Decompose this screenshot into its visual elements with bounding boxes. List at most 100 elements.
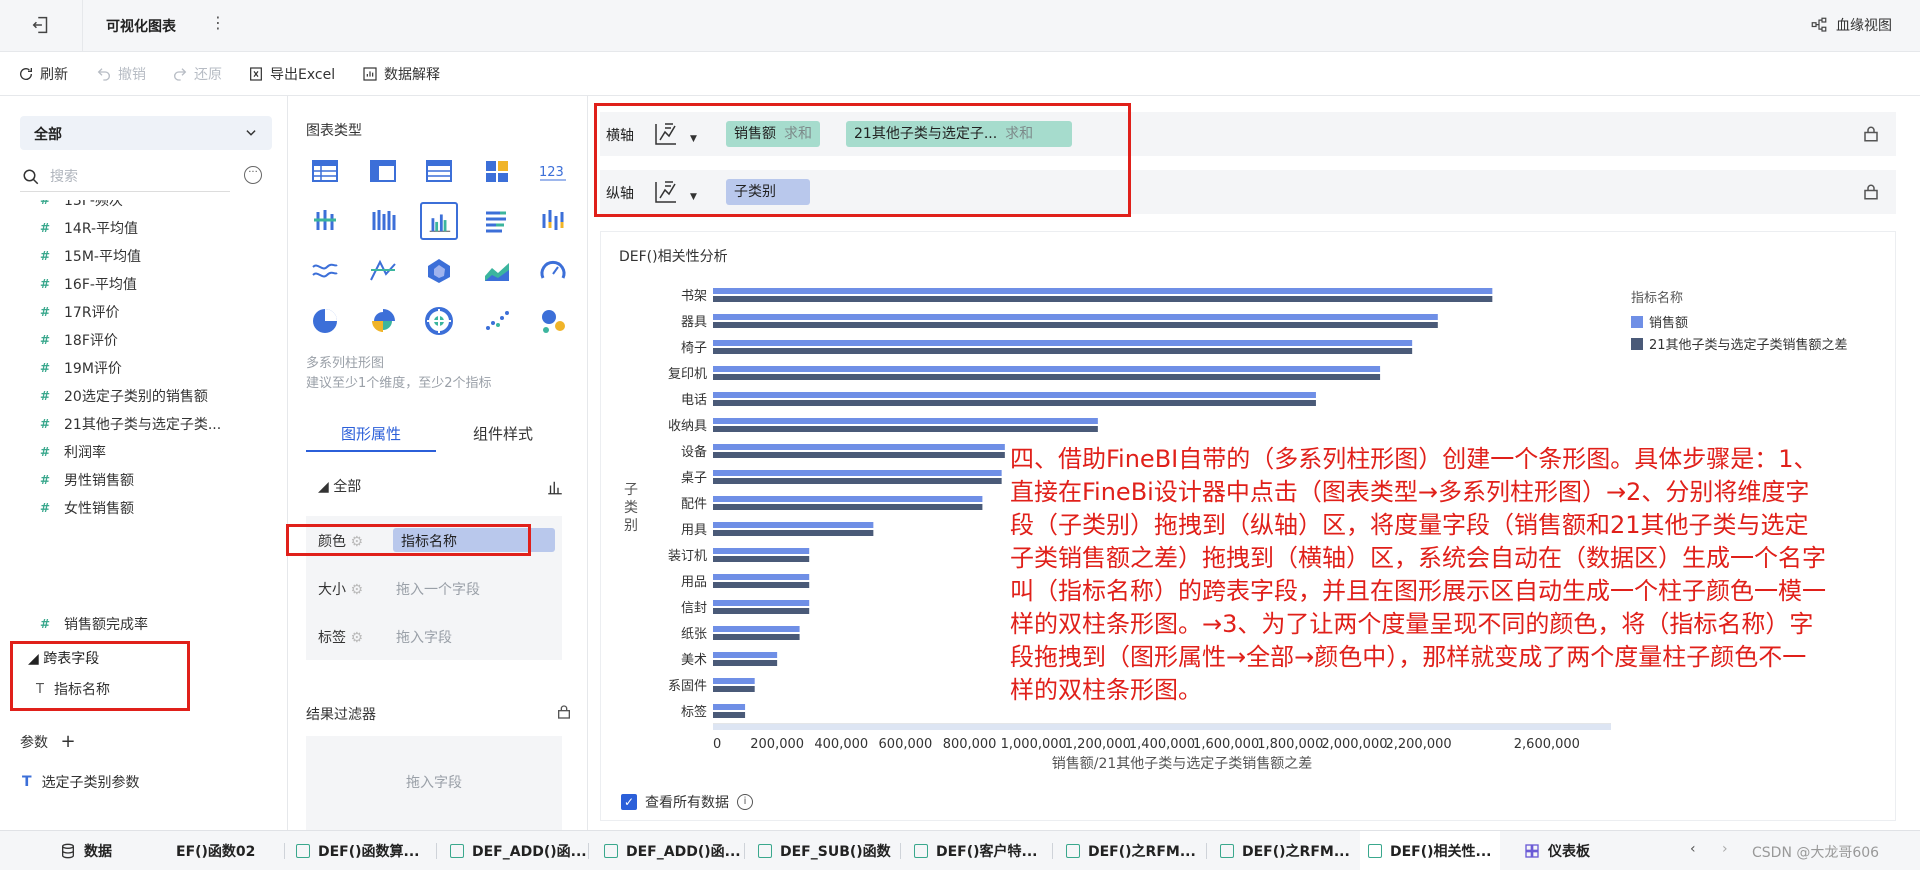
x-tick-label: 2,000,000 (1321, 737, 1387, 752)
lineage-view-button[interactable]: 血缘视图 (1810, 15, 1892, 35)
tag-label: 标签 ⚙ (318, 630, 364, 646)
cross-table-field[interactable]: T 指标名称 (36, 679, 110, 699)
param-item[interactable]: T 选定子类别参数 (22, 772, 140, 792)
field-item[interactable]: # 利润率 (36, 438, 106, 466)
data-explain-button[interactable]: 数据解释 (362, 64, 440, 84)
redo-button[interactable]: 还原 (172, 64, 222, 84)
number-card-icon[interactable]: 123 (538, 156, 568, 186)
lock-icon[interactable] (556, 704, 572, 720)
exit-icon[interactable] (30, 14, 52, 36)
sheet-tab[interactable]: DEF()客户特... (914, 841, 1038, 861)
info-icon[interactable]: i (737, 794, 753, 810)
bar (713, 574, 810, 580)
lock-icon[interactable] (1862, 183, 1880, 201)
multi-series-bar-icon[interactable] (420, 202, 458, 240)
export-excel-button[interactable]: 导出Excel (248, 64, 335, 84)
table-chart-icon[interactable] (310, 156, 340, 186)
grouped-bar-icon[interactable] (310, 206, 340, 236)
divider (82, 0, 83, 52)
tab-data[interactable]: 数据 (60, 841, 112, 861)
add-param-icon[interactable]: + (60, 731, 75, 752)
y-tick-label: 器具 (681, 315, 707, 330)
checkbox-checked-icon[interactable]: ✓ (621, 794, 637, 810)
field-item[interactable]: # 销售额完成率 (36, 610, 148, 638)
tab-component-style[interactable]: 组件样式 (438, 416, 568, 452)
kpi-card-icon[interactable] (482, 156, 512, 186)
lock-icon[interactable] (1862, 125, 1880, 143)
stacked-bar-icon[interactable] (368, 206, 398, 236)
gauge-icon[interactable] (538, 256, 568, 286)
scatter-icon[interactable] (482, 306, 512, 336)
divider (900, 843, 901, 859)
range-bar-icon[interactable] (538, 206, 568, 236)
y-tick-label: 书架 (681, 289, 707, 304)
pie-chart-icon[interactable] (310, 306, 340, 336)
field-item[interactable]: #13F-频次 (36, 200, 123, 214)
field-item[interactable]: #17R评价 (36, 298, 120, 326)
field-item[interactable]: #14R-平均值 (36, 214, 138, 242)
scope-select[interactable]: 全部 (20, 116, 272, 150)
sheet-tab-active[interactable]: DEF()相关性... (1360, 831, 1500, 871)
toolbar: 刷新 撤销 还原 导出Excel 数据解释 (0, 52, 1920, 96)
field-item[interactable]: #18F评价 (36, 326, 118, 354)
field-item[interactable]: #19M评价 (36, 354, 122, 382)
detail-table-icon[interactable] (424, 156, 454, 186)
rose-chart-icon[interactable] (368, 306, 398, 336)
bubble-icon[interactable] (538, 306, 568, 336)
x-tick-label: 2,200,000 (1385, 737, 1451, 752)
field-item[interactable]: #16F-平均值 (36, 270, 137, 298)
area-chart-icon[interactable] (482, 256, 512, 286)
horizontal-bar-icon[interactable] (482, 206, 512, 236)
explain-icon (363, 67, 377, 81)
undo-label: 撤销 (118, 67, 146, 83)
field-item[interactable]: # 男性销售额 (36, 466, 134, 494)
next-tab-icon[interactable]: › (1722, 841, 1728, 857)
chevron-down-icon (246, 130, 256, 136)
svg-text:123: 123 (539, 165, 564, 180)
sheet-tab[interactable]: DEF()函数算... (296, 841, 420, 861)
measure-icon: # (39, 249, 51, 263)
all-properties-group[interactable]: ◢ 全部 (318, 476, 361, 496)
search-input[interactable] (50, 166, 220, 188)
undo-button[interactable]: 撤销 (96, 64, 146, 84)
bar (713, 504, 983, 510)
bar (713, 322, 1438, 328)
field-item[interactable]: #21其他子类与选定子类... (36, 410, 221, 438)
polyline-icon[interactable] (368, 256, 398, 286)
sheet-tab[interactable]: DEF()之RFM... (1066, 841, 1196, 861)
cross-table-icon[interactable] (368, 156, 398, 186)
y-tick-label: 装订机 (668, 549, 707, 564)
field-item[interactable]: # 女性销售额 (36, 494, 134, 516)
line-chart-icon[interactable] (310, 256, 340, 286)
sunburst-icon[interactable] (424, 306, 454, 336)
sheet-tab[interactable]: DEF()之RFM... (1220, 841, 1350, 861)
y-tick-label: 电话 (681, 393, 707, 408)
radar-chart-icon[interactable] (424, 256, 454, 286)
sheet-tab[interactable]: DEF_SUB()函数 (758, 841, 891, 861)
measure-icon: # (39, 333, 51, 347)
divider (588, 843, 589, 859)
redo-icon (174, 68, 187, 81)
y-tick-label: 复印机 (668, 367, 707, 382)
sheet-tab[interactable]: DEF_ADD()函... (604, 841, 741, 861)
data-panel: 全部 ··· #13F-频次 #14R-平均值 #15M-平均值 #16F-平均… (0, 96, 288, 830)
bar-type-icon[interactable] (546, 478, 564, 496)
chart-title: DEF()相关性分析 (619, 249, 728, 265)
field-item[interactable]: #15M-平均值 (36, 242, 141, 270)
view-all-data-toggle[interactable]: ✓ 查看所有数据 i (621, 792, 753, 812)
more-icon[interactable]: ⋮ (210, 13, 226, 32)
size-label: 大小 ⚙ (318, 582, 364, 598)
more-options-icon[interactable]: ··· (244, 166, 262, 184)
field-item[interactable]: #20选定子类别的销售额 (36, 382, 208, 410)
prev-tab-icon[interactable]: ‹ (1690, 841, 1696, 857)
tab-graphic-properties[interactable]: 图形属性 (306, 416, 436, 452)
tab-dashboard[interactable]: 仪表板 (1524, 841, 1590, 861)
measure-icon: # (39, 389, 51, 403)
sheet-tab[interactable]: DEF_ADD()函... (450, 841, 587, 861)
tag-drop-zone[interactable]: 拖入字段 (396, 627, 452, 647)
size-drop-zone[interactable]: 拖入一个字段 (396, 579, 480, 599)
cross-table-group[interactable]: ◢ 跨表字段 (28, 648, 99, 668)
refresh-button[interactable]: 刷新 (18, 64, 68, 84)
filter-drop-zone[interactable]: 拖入字段 (306, 736, 562, 830)
sheet-tab[interactable]: EF()函数02 (176, 841, 255, 861)
